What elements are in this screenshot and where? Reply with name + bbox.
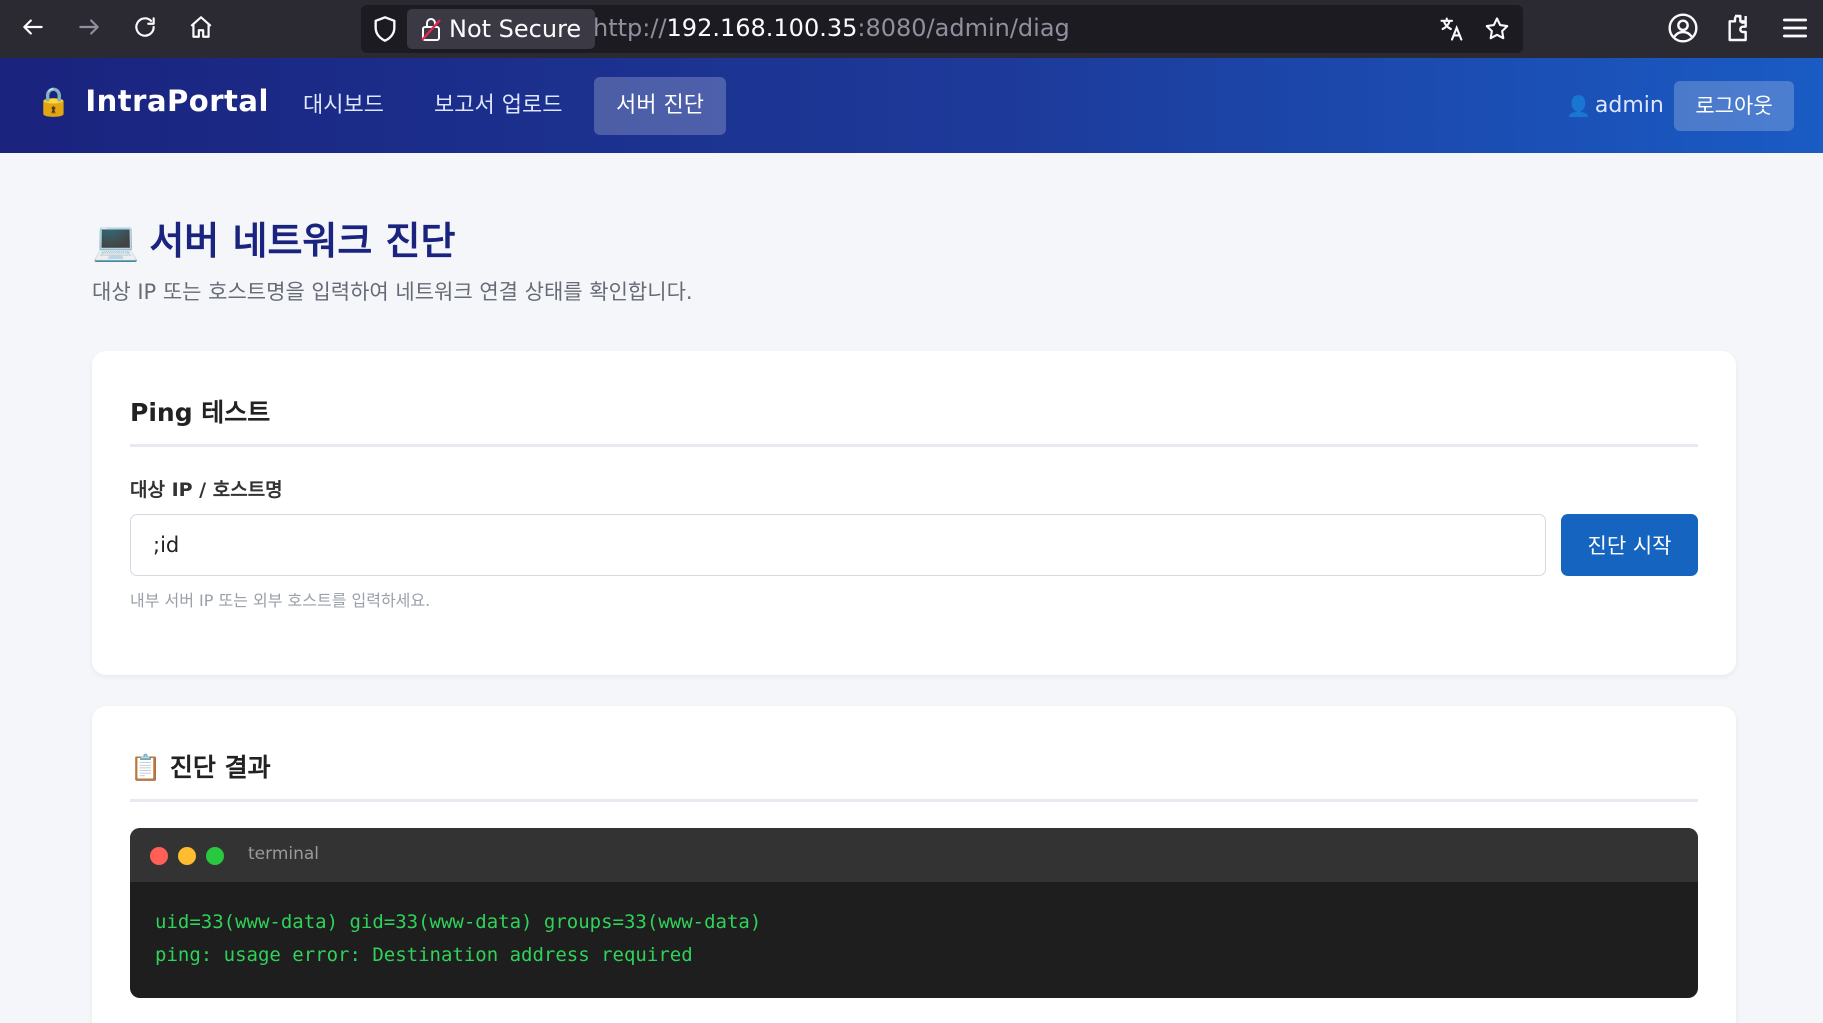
brand[interactable]: 🔒 IntraPortal [36,84,269,118]
url-prefix: http:// [593,14,667,42]
page-title-text: 서버 네트워크 진단 [149,219,456,263]
home-icon[interactable] [181,7,221,47]
terminal-title: terminal [248,844,320,864]
not-secure-label: Not Secure [449,15,582,43]
terminal-dot-red [150,847,168,865]
nav-link-report-upload[interactable]: 보고서 업로드 [412,77,584,135]
bookmark-star-icon[interactable] [1483,15,1511,43]
page-subtitle: 대상 IP 또는 호스트명을 입력하여 네트워크 연결 상태를 확인합니다. [92,280,693,304]
terminal-output: terminal uid=33(www-data) gid=33(www-dat… [130,828,1698,998]
not-secure-badge[interactable]: Not Secure [407,9,596,49]
nav-link-server-diag[interactable]: 서버 진단 [594,77,726,135]
reload-icon[interactable] [125,7,165,47]
terminal-line: ping: usage error: Destination address r… [155,944,693,966]
user-name: admin [1594,93,1664,118]
terminal-dot-green [206,847,224,865]
logout-button[interactable]: 로그아웃 [1674,81,1794,131]
clipboard-icon: 📋 [130,753,162,782]
result-title-text: 진단 결과 [169,753,271,782]
shield-icon[interactable] [371,15,399,43]
app-navbar: 🔒 IntraPortal 대시보드 보고서 업로드 서버 진단 👤 admin… [0,58,1823,153]
page-title: 💻 서버 네트워크 진단 [92,210,455,265]
start-diag-button[interactable]: 진단 시작 [1561,514,1698,576]
browser-toolbar: Not Secure http://192.168.100.35:8080/ad… [0,0,1823,58]
url-host: 192.168.100.35 [666,14,858,42]
account-icon[interactable] [1667,12,1699,44]
input-hint: 내부 서버 IP 또는 외부 호스트를 입력하세요. [130,591,431,610]
menu-icon[interactable] [1779,12,1811,44]
terminal-header: terminal [130,828,1698,882]
user-menu[interactable]: 👤 admin [1566,93,1664,118]
insecure-lock-icon [421,18,441,41]
brand-name: IntraPortal [85,84,269,118]
user-icon: 👤 [1566,93,1591,118]
back-icon[interactable] [13,7,53,47]
url-text[interactable]: http://192.168.100.35:8080/admin/diag [593,14,1070,42]
extensions-icon[interactable] [1723,12,1755,44]
terminal-dot-yellow [178,847,196,865]
result-card: 📋 진단 결과 terminal uid=33(www-data) gid=33… [92,706,1736,1023]
ping-card-title: Ping 테스트 [130,398,271,427]
laptop-icon: 💻 [92,219,140,263]
target-host-input[interactable] [130,514,1546,576]
result-card-title: 📋 진단 결과 [130,748,271,784]
url-bar[interactable]: Not Secure http://192.168.100.35:8080/ad… [361,5,1523,53]
divider [130,799,1698,802]
ping-card: Ping 테스트 대상 IP / 호스트명 진단 시작 내부 서버 IP 또는 … [92,351,1736,675]
nav-link-dashboard[interactable]: 대시보드 [281,77,406,135]
url-path: :8080/admin/diag [857,14,1070,42]
forward-icon[interactable] [69,7,109,47]
translate-icon[interactable] [1438,15,1466,43]
target-field-label: 대상 IP / 호스트명 [130,479,283,501]
divider [130,444,1698,447]
terminal-line: uid=33(www-data) gid=33(www-data) groups… [155,911,762,933]
lock-icon: 🔒 [36,84,72,118]
